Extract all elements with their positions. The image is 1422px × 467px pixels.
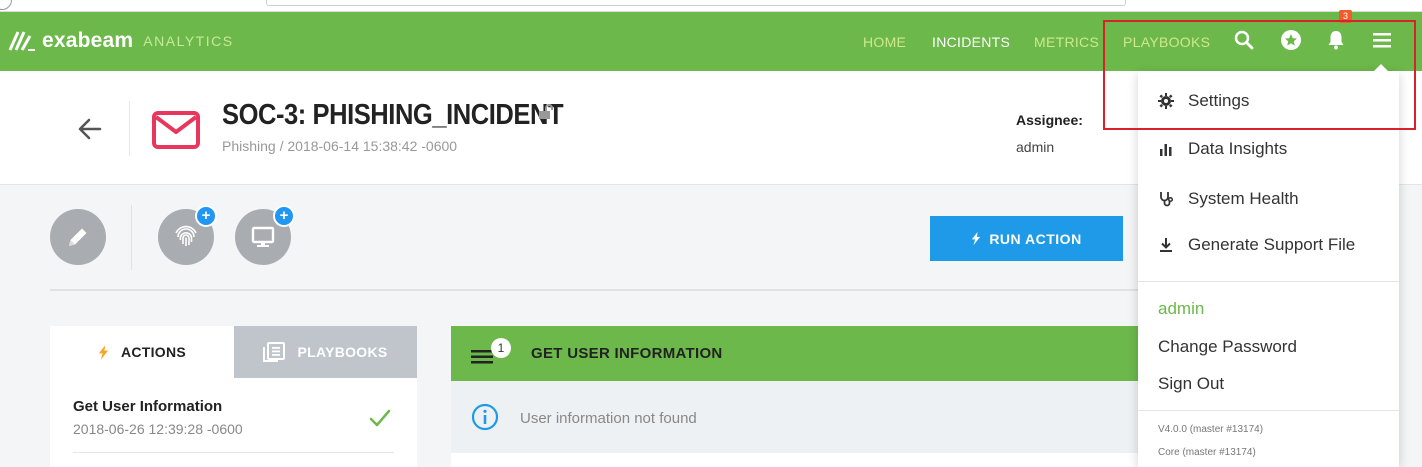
monitor-icon: [251, 226, 275, 247]
edit-button[interactable]: [50, 209, 106, 265]
mail-icon: [152, 111, 200, 149]
notification-count-badge: 3: [1339, 10, 1352, 23]
nav-playbooks[interactable]: PLAYBOOKS: [1123, 34, 1210, 50]
add-device-plus-icon[interactable]: +: [273, 205, 295, 227]
download-icon: [1160, 238, 1172, 252]
address-bar[interactable]: [266, 0, 1126, 6]
brand-name: exabeam: [42, 29, 134, 52]
action-item-title: Get User Information: [73, 398, 223, 415]
action-item-date: 2018-06-26 12:39:28 -0600: [73, 421, 243, 437]
menu-item-data-insights[interactable]: Data Insights: [1158, 139, 1287, 159]
assignee-value[interactable]: admin: [1016, 139, 1054, 155]
bolt-icon: [972, 231, 981, 246]
top-navbar: exabeam ANALYTICS HOME INCIDENTS METRICS…: [0, 10, 1422, 71]
check-icon: [369, 409, 391, 427]
incident-subtitle: Phishing / 2018-06-14 15:38:42 -0600: [222, 138, 458, 154]
tab-playbooks[interactable]: PLAYBOOKS: [234, 326, 417, 378]
menu-item-label: System Health: [1188, 189, 1299, 208]
hamburger-menu-icon[interactable]: [1370, 28, 1394, 52]
pencil-icon: [69, 228, 87, 246]
info-text: User information not found: [520, 410, 697, 427]
nav-metrics[interactable]: METRICS: [1034, 34, 1099, 50]
fingerprint-icon: [175, 225, 197, 246]
tab-actions[interactable]: ACTIONS: [50, 326, 234, 378]
version-text: V4.0.0 (master #13174): [1158, 424, 1264, 435]
menu-divider: [1138, 410, 1399, 411]
menu-divider: [1138, 281, 1399, 282]
main-menu-dropdown: Settings Data Insights System Health Gen…: [1138, 71, 1399, 467]
dropdown-caret: [1373, 64, 1389, 72]
sign-out-link[interactable]: Sign Out: [1158, 374, 1224, 394]
tab-playbooks-label: PLAYBOOKS: [297, 344, 388, 360]
list-item[interactable]: Get User Information 2018-06-26 12:39:28…: [73, 398, 243, 437]
brand-sub: ANALYTICS: [143, 33, 234, 49]
assignee-label: Assignee:: [1016, 112, 1083, 128]
run-action-button[interactable]: RUN ACTION: [930, 216, 1123, 261]
bar-chart-icon: [1160, 144, 1172, 156]
bolt-icon: [98, 344, 109, 360]
action-detail-title: GET USER INFORMATION: [531, 345, 723, 362]
list-divider: [73, 452, 394, 453]
header-divider: [129, 101, 130, 156]
menu-item-label: Generate Support File: [1188, 235, 1356, 254]
nav-home[interactable]: HOME: [863, 34, 906, 50]
brand-logo[interactable]: exabeam ANALYTICS: [8, 29, 234, 53]
unlocked-lock-icon[interactable]: [537, 104, 553, 120]
info-message: User information not found: [451, 381, 1151, 453]
menu-item-settings[interactable]: Settings: [1158, 91, 1249, 111]
tab-actions-label: ACTIONS: [120, 344, 187, 360]
core-version-text: Core (master #13174): [1158, 447, 1256, 458]
back-arrow-icon[interactable]: [76, 115, 104, 143]
info-icon: [471, 403, 499, 431]
section-divider: [50, 289, 1140, 291]
menu-item-system-health[interactable]: System Health: [1158, 189, 1299, 209]
gear-icon: [1158, 93, 1174, 109]
favorite-star-icon[interactable]: [1279, 28, 1303, 52]
browser-reload-icon[interactable]: [0, 0, 12, 10]
menu-item-label: Settings: [1188, 91, 1250, 110]
nav-incidents[interactable]: INCIDENTS: [932, 34, 1010, 50]
menu-item-generate-support-file[interactable]: Generate Support File: [1158, 235, 1355, 255]
search-icon[interactable]: [1232, 28, 1256, 52]
browser-chrome: [0, 0, 1422, 12]
toolbar-divider: [131, 205, 132, 270]
notifications-bell-icon[interactable]: [1324, 28, 1348, 52]
playbook-list-icon: [263, 342, 286, 362]
current-user: admin: [1158, 299, 1205, 318]
add-fingerprint-plus-icon[interactable]: +: [195, 205, 217, 227]
stethoscope-icon: [1160, 192, 1174, 207]
action-detail-panel: 1 GET USER INFORMATION User information …: [451, 326, 1151, 467]
run-action-label: RUN ACTION: [989, 230, 1082, 247]
menu-item-label: Data Insights: [1188, 139, 1288, 158]
incident-title: SOC-3: PHISHING_INCIDENT: [222, 99, 564, 131]
actions-panel: ACTIONS PLAYBOOKS Get User Information 2…: [50, 326, 417, 467]
action-detail-header: 1 GET USER INFORMATION: [451, 326, 1151, 381]
count-badge: 1: [491, 338, 511, 358]
exabeam-logo-icon: [8, 31, 35, 51]
change-password-link[interactable]: Change Password: [1158, 337, 1297, 357]
